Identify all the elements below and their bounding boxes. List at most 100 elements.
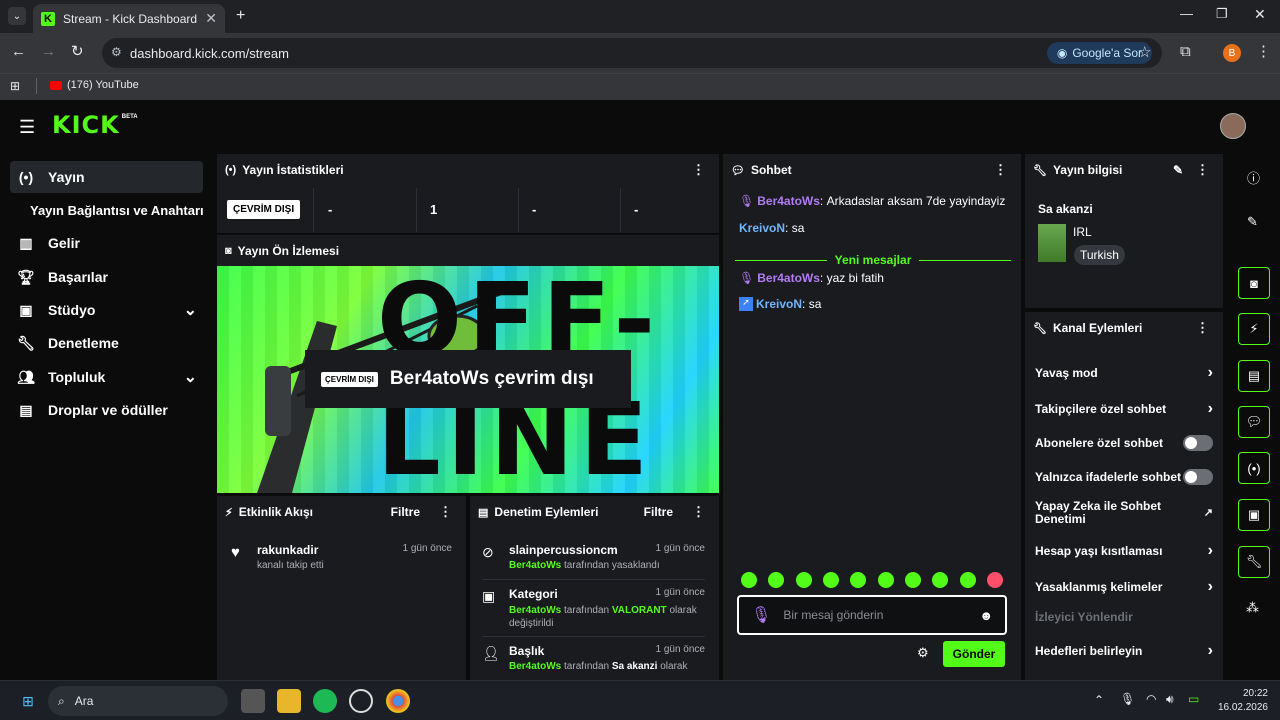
- maximize-icon[interactable]: ❐: [1216, 6, 1228, 22]
- filter-button[interactable]: Filtre: [391, 505, 420, 519]
- file-explorer-icon[interactable]: [277, 689, 301, 713]
- app-icon[interactable]: [349, 689, 373, 713]
- extensions-icon[interactable]: ⧉: [1180, 43, 1191, 60]
- sidebar-item-topluluk[interactable]: 👥︎ Topluluk ⌄: [10, 361, 203, 393]
- more-options-icon[interactable]: ⋮: [439, 504, 452, 520]
- mod-item-title[interactable]: slainpercussioncm: [509, 543, 618, 557]
- action-followers-only[interactable]: Takipçilere özel sohbet ›: [1035, 400, 1213, 418]
- browser-menu-icon[interactable]: ⋮: [1256, 42, 1271, 60]
- chat-panel-button[interactable]: 💬︎: [1238, 406, 1270, 438]
- tab-title: Stream - Kick Dashboard: [63, 11, 198, 26]
- emote-icon[interactable]: [822, 572, 839, 588]
- chrome-icon[interactable]: [386, 689, 410, 713]
- info-icon[interactable]: ⓘ: [1247, 168, 1260, 187]
- activity-user[interactable]: rakunkadir: [257, 543, 318, 557]
- back-icon[interactable]: ←: [11, 43, 26, 60]
- action-account-age[interactable]: Hesap yaşı kısıtlaması ›: [1035, 542, 1213, 560]
- more-options-icon[interactable]: ⋮: [1196, 162, 1209, 178]
- battery-icon[interactable]: ▭: [1188, 692, 1199, 706]
- emote-icon[interactable]: [850, 572, 867, 588]
- kick-logo[interactable]: KICK BETA: [52, 111, 138, 139]
- minimize-icon[interactable]: —: [1180, 6, 1193, 21]
- hamburger-menu-icon[interactable]: ☰: [19, 117, 35, 138]
- tab-search-icon[interactable]: ⌄: [8, 7, 26, 25]
- stats-panel-button[interactable]: (•): [1238, 452, 1270, 484]
- sidebar-item-yayin[interactable]: (•) Yayın: [10, 161, 203, 193]
- sidebar-item-basarilar[interactable]: 🏆︎ Başarılar: [10, 261, 203, 293]
- bookmark-youtube[interactable]: (176) YouTube: [50, 79, 139, 91]
- sidebar-item-studyo[interactable]: ▣ Stüdyo ⌄: [10, 294, 203, 326]
- emote-icon[interactable]: [959, 572, 976, 588]
- volume-icon[interactable]: 🔊︎: [1166, 692, 1174, 707]
- close-tab-icon[interactable]: ✕: [205, 10, 217, 27]
- widgets-icon[interactable]: ⁂: [1246, 600, 1259, 616]
- gift-icon: ▤: [19, 401, 33, 418]
- channel-actions-panel-button[interactable]: 🔧︎: [1238, 546, 1270, 578]
- mic-icon[interactable]: 🎙︎: [1120, 692, 1135, 706]
- browser-tab-strip: ⌄ K Stream - Kick Dashboard ✕ + — ❐ ✕: [0, 0, 1280, 33]
- chat-username[interactable]: KreivoN: [739, 221, 785, 235]
- chat-username[interactable]: Ber4atoWs: [757, 194, 820, 208]
- apps-grid-icon[interactable]: ⊞: [10, 79, 20, 93]
- taskbar-search[interactable]: ⌕ Ara: [48, 686, 228, 716]
- windows-start-icon[interactable]: ⊞: [16, 689, 40, 713]
- sidebar-item-denetleme[interactable]: 🔧︎ Denetleme: [10, 327, 203, 359]
- moderation-panel-button[interactable]: ▤: [1238, 360, 1270, 392]
- filter-button[interactable]: Filtre: [644, 505, 673, 519]
- more-options-icon[interactable]: ⋮: [1196, 320, 1209, 336]
- tray-chevron-icon[interactable]: ⌃: [1094, 693, 1104, 707]
- chat-input[interactable]: 🎙︎ Bir mesaj gönderin ☻: [737, 595, 1007, 635]
- chat-settings-icon[interactable]: ⚙: [917, 645, 929, 661]
- profile-avatar[interactable]: B: [1223, 44, 1241, 62]
- emotes-only-toggle[interactable]: [1183, 469, 1213, 485]
- video-camera-icon: ▣: [1247, 507, 1261, 522]
- address-bar[interactable]: ⚙ dashboard.kick.com/stream ◉ Google'a So…: [102, 38, 1162, 68]
- stream-title: Sa akanzi: [1038, 202, 1093, 216]
- new-tab-icon[interactable]: +: [236, 7, 245, 25]
- studio-panel-button[interactable]: ▣: [1238, 499, 1270, 531]
- action-set-goals[interactable]: Hedefleri belirleyin ›: [1035, 642, 1213, 660]
- more-options-icon[interactable]: ⋮: [692, 504, 705, 520]
- site-settings-icon[interactable]: ⚙: [111, 45, 122, 59]
- task-view-icon[interactable]: [241, 689, 265, 713]
- sidebar-item-stream-key[interactable]: Yayın Bağlantısı ve Anahtarı: [10, 194, 215, 226]
- action-ai-moderation[interactable]: Yapay Zeka ile Sohbet Denetimi ↗: [1035, 500, 1213, 526]
- emote-icon[interactable]: [795, 572, 812, 588]
- forward-icon[interactable]: →: [41, 43, 56, 60]
- activity-desc: kanalı takip etti: [257, 560, 324, 571]
- emote-icon[interactable]: [768, 572, 785, 588]
- preview-panel-button[interactable]: ◙: [1238, 267, 1270, 299]
- chat-username[interactable]: Ber4atoWs: [757, 271, 820, 285]
- emote-icon[interactable]: [986, 572, 1003, 588]
- bookmark-star-icon[interactable]: ☆: [1138, 43, 1151, 61]
- emoji-picker-icon[interactable]: ☻: [979, 608, 993, 623]
- wifi-icon[interactable]: ◠: [1146, 692, 1156, 706]
- edit-pencil-icon[interactable]: ✎: [1247, 214, 1258, 230]
- user-avatar[interactable]: [1220, 113, 1246, 139]
- emote-icon[interactable]: [932, 572, 949, 588]
- emote-icon[interactable]: [741, 572, 757, 588]
- sidebar-item-label: Yayın: [48, 169, 85, 185]
- emote-icon[interactable]: [877, 572, 894, 588]
- action-banned-words[interactable]: Yasaklanmış kelimeler ›: [1035, 578, 1213, 596]
- google-ask-button[interactable]: ◉ Google'a Sor: [1046, 42, 1152, 64]
- more-options-icon[interactable]: ⋮: [692, 162, 705, 178]
- spotify-icon[interactable]: [313, 689, 337, 713]
- sidebar-item-gelir[interactable]: ▥ Gelir: [10, 227, 203, 259]
- action-subscribers-only: Abonelere özel sohbet: [1035, 435, 1213, 451]
- chat-username[interactable]: KreivoN: [756, 297, 802, 311]
- edit-pencil-icon[interactable]: ✎: [1173, 163, 1183, 177]
- clock[interactable]: 20:22 16.02.2026: [1212, 687, 1268, 715]
- chat-input-placeholder: Bir mesaj gönderin: [783, 608, 884, 622]
- close-window-icon[interactable]: ✕: [1254, 6, 1266, 23]
- category-name[interactable]: IRL: [1073, 225, 1092, 239]
- sidebar-item-droplar[interactable]: ▤ Droplar ve ödüller: [10, 394, 203, 426]
- send-button[interactable]: Gönder: [943, 641, 1005, 667]
- tab-stream-dashboard[interactable]: K Stream - Kick Dashboard ✕: [33, 4, 225, 33]
- emote-icon[interactable]: [904, 572, 921, 588]
- reload-icon[interactable]: ↻: [71, 42, 84, 60]
- more-options-icon[interactable]: ⋮: [994, 162, 1007, 178]
- subscribers-only-toggle[interactable]: [1183, 435, 1213, 451]
- action-slow-mode[interactable]: Yavaş mod ›: [1035, 364, 1213, 382]
- activity-panel-button[interactable]: ⚡︎: [1238, 313, 1270, 345]
